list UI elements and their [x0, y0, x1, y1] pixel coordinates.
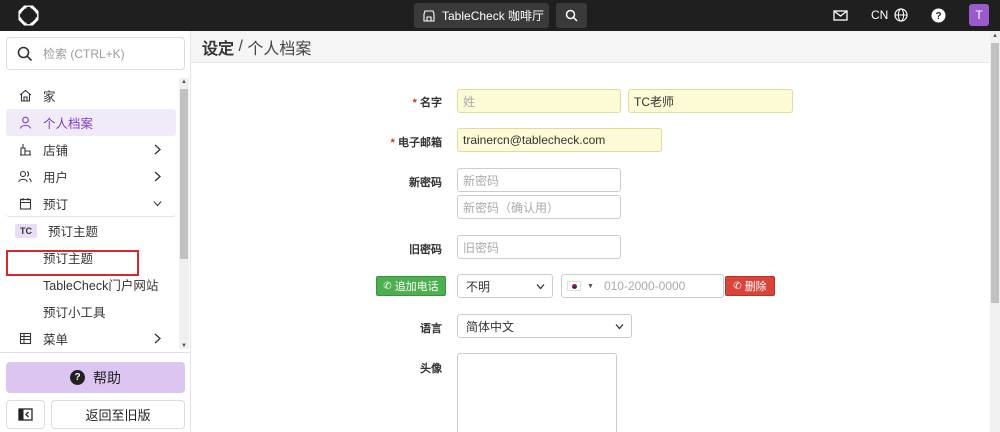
annotation-highlight-box — [6, 250, 139, 276]
venue-name: TableCheck 咖啡厅 — [442, 9, 545, 23]
sidebar-scroll-thumb[interactable] — [180, 89, 188, 259]
store-icon — [18, 143, 32, 157]
scroll-down-icon[interactable]: ▼ — [180, 342, 188, 350]
sidebar-item-label: 家 — [43, 90, 56, 104]
delete-phone-button[interactable]: ✆ 删除 — [725, 276, 775, 296]
main-scroll-thumb[interactable] — [991, 43, 999, 303]
required-marker: * — [412, 97, 420, 109]
scroll-up-icon[interactable]: ▲ — [990, 33, 1000, 39]
phone-number-field[interactable]: ▼ 010-2000-0000 — [561, 274, 724, 298]
new-password-field[interactable]: 新密码 — [457, 168, 621, 192]
tablecheck-logo-icon[interactable] — [18, 5, 39, 26]
old-password-label: 旧密码 — [409, 244, 442, 256]
required-marker: * — [390, 137, 398, 149]
name-label: * 名字 — [400, 94, 442, 110]
sidebar-item-label: 预订小工具 — [43, 306, 106, 320]
avatar-upload-area[interactable] — [457, 353, 617, 432]
language-value: 简体中文 — [466, 319, 515, 334]
breadcrumb-separator: / — [234, 37, 248, 55]
sidebar-divider — [0, 352, 190, 353]
chevron-down-icon — [615, 324, 624, 330]
email-field[interactable]: trainercn@tablecheck.com — [457, 128, 662, 152]
phone-icon: ✆ — [733, 280, 742, 292]
help-circle-icon: ? — [70, 370, 85, 385]
user-icon — [18, 116, 32, 130]
sidebar: 检索 (CTRL+K) ▲ ▼ 家 个人档案 店铺 用户 预订 TC 预订主题 … — [0, 31, 191, 432]
svg-text:?: ? — [935, 11, 941, 22]
old-version-button[interactable]: 返回至旧版 — [51, 400, 185, 429]
sidebar-item-label: 店铺 — [43, 144, 69, 158]
scroll-up-icon[interactable]: ▲ — [180, 78, 188, 86]
new-password-label: 新密码 — [409, 177, 442, 189]
sidebar-item-label: 用户 — [43, 171, 69, 185]
search-icon — [565, 9, 578, 22]
breadcrumb-section[interactable]: 设定 — [202, 35, 234, 59]
sidebar-item-label: 菜单 — [43, 333, 69, 347]
globe-icon — [894, 8, 908, 22]
language-switcher[interactable]: CN — [871, 8, 908, 22]
sidebar-item-label: 个人档案 — [43, 117, 94, 131]
top-bar: TableCheck 咖啡厅 CN ? T — [0, 0, 1000, 31]
search-icon — [17, 46, 33, 61]
chevron-right-icon — [154, 333, 161, 344]
email-label: * 电子邮箱 — [380, 134, 442, 150]
sidebar-search-input[interactable]: 检索 (CTRL+K) — [6, 37, 185, 70]
phone-type-select[interactable]: 不明 — [457, 274, 553, 298]
help-icon[interactable]: ? — [931, 8, 946, 23]
chevron-right-icon — [154, 171, 161, 182]
sidebar-item-users[interactable]: 用户 — [6, 163, 176, 190]
tc-badge: TC — [15, 223, 37, 238]
sidebar-item-menu[interactable]: 菜单 — [6, 325, 176, 352]
korea-flag-icon[interactable] — [567, 281, 581, 291]
phone-placeholder: 010-2000-0000 — [603, 279, 686, 293]
confirm-password-field[interactable]: 新密码（确认用） — [457, 195, 621, 219]
language-code: CN — [871, 8, 889, 22]
add-phone-button[interactable]: ✆ 追加电话 — [376, 276, 446, 296]
country-dropdown-icon[interactable]: ▼ — [587, 283, 594, 290]
sidebar-item-reservations[interactable]: 预订 — [6, 190, 176, 217]
sidebar-item-home[interactable]: 家 — [6, 82, 176, 109]
user-avatar[interactable]: T — [969, 4, 989, 26]
chevron-right-icon — [154, 144, 161, 155]
language-label: 语言 — [420, 323, 442, 335]
first-name-field[interactable]: TC老师 — [628, 89, 793, 113]
menu-icon — [18, 332, 32, 346]
venue-selector-button[interactable]: TableCheck 咖啡厅 — [414, 3, 549, 28]
delete-label: 删除 — [744, 281, 767, 293]
phone-type-value: 不明 — [466, 279, 491, 294]
name-label-text: 名字 — [420, 97, 442, 109]
chevron-down-icon — [536, 284, 545, 290]
store-icon — [423, 9, 435, 22]
home-icon — [18, 89, 32, 103]
old-password-field[interactable]: 旧密码 — [457, 235, 621, 259]
sidebar-item-reservation-theme-tc[interactable]: TC 预订主题 — [6, 217, 176, 244]
sidebar-item-store[interactable]: 店铺 — [6, 136, 176, 163]
help-label: 帮助 — [93, 369, 121, 386]
help-button[interactable]: ? 帮助 — [6, 362, 185, 393]
search-placeholder: 检索 (CTRL+K) — [43, 47, 125, 61]
chevron-down-icon — [153, 201, 162, 207]
global-search-button[interactable] — [556, 3, 587, 28]
collapse-sidebar-button[interactable] — [6, 400, 45, 429]
sidebar-item-reservation-widget[interactable]: 预订小工具 — [6, 298, 176, 325]
sidebar-nav: 家 个人档案 店铺 用户 预订 TC 预订主题 预订主题 TableCheck门… — [6, 82, 176, 352]
phone-icon: ✆ — [383, 280, 392, 292]
page-title: 设定 / 个人档案 — [191, 31, 990, 63]
language-select[interactable]: 简体中文 — [457, 314, 632, 338]
sidebar-item-profile[interactable]: 个人档案 — [6, 109, 176, 136]
main-scrollbar[interactable]: ▲ — [990, 31, 1000, 432]
calendar-icon — [18, 196, 32, 210]
sidebar-item-label: 预订主题 — [48, 225, 99, 239]
sidebar-item-label: TableCheck门户网站 — [43, 279, 159, 293]
last-name-field[interactable]: 姓 — [457, 89, 621, 113]
email-label-text: 电子邮箱 — [398, 137, 442, 149]
breadcrumb-current: 个人档案 — [247, 40, 312, 58]
sidebar-item-label: 预订 — [43, 197, 69, 212]
add-phone-label: 追加电话 — [394, 281, 439, 293]
avatar-label: 头像 — [420, 363, 442, 375]
mail-icon[interactable] — [833, 8, 848, 23]
collapse-sidebar-icon — [18, 408, 33, 421]
users-icon — [18, 170, 32, 184]
